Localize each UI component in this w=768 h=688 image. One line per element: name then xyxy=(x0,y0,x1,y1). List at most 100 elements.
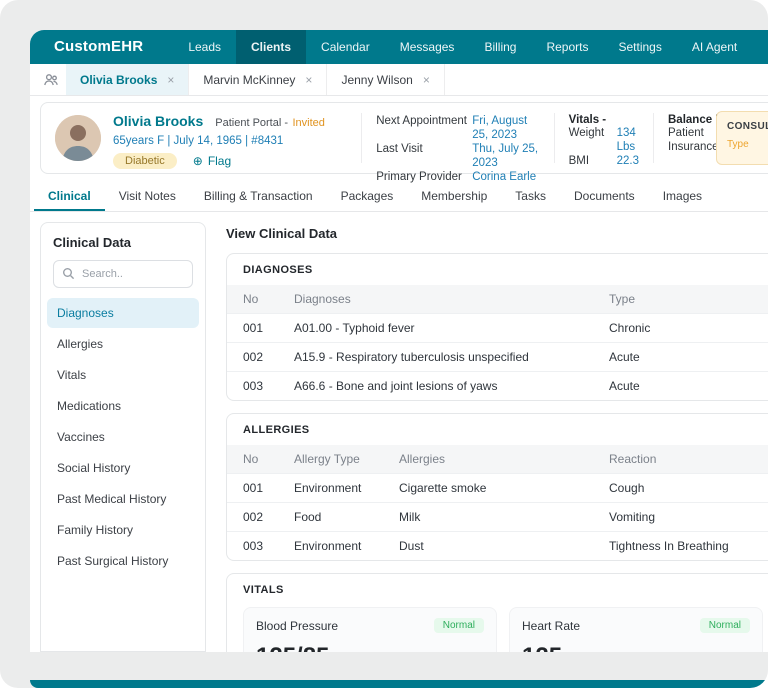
nav-item-messages[interactable]: Messages xyxy=(385,30,470,64)
column-header: Reaction xyxy=(609,452,657,466)
table-row[interactable]: 003 A66.6 - Bone and joint lesions of ya… xyxy=(227,371,768,400)
screen: CustomEHR Leads Clients Calendar Message… xyxy=(0,0,768,688)
diagnoses-table: No Diagnoses Type 001 A01.00 - Typhoid f… xyxy=(227,285,768,400)
nav-item-leads[interactable]: Leads xyxy=(173,30,236,64)
sidebar-item-past-surgical-history[interactable]: Past Surgical History xyxy=(47,546,199,576)
vitals-section-title: VITALS xyxy=(243,584,284,596)
cell-type: Acute xyxy=(601,342,768,372)
primary-provider-value: Corina Earle xyxy=(472,171,537,183)
patient-tab-label: Marvin McKinney xyxy=(203,72,296,87)
status-badge: Normal xyxy=(699,618,750,633)
cell-diagnosis: A15.9 - Respiratory tuberculosis unspeci… xyxy=(286,342,601,372)
patient-tab-marvin-mckinney[interactable]: Marvin McKinney × xyxy=(189,64,328,95)
allergies-section: ALLERGIES No Allergy Type Allergies Reac… xyxy=(226,413,768,561)
allergies-table: No Allergy Type Allergies Reaction 001 E… xyxy=(227,445,768,560)
table-row[interactable]: 002 A15.9 - Respiratory tuberculosis uns… xyxy=(227,342,768,372)
patient-identity: Olivia Brooks Patient Portal - Invited 6… xyxy=(55,113,361,169)
table-row[interactable]: 002 Food Milk Vomiting xyxy=(227,502,768,532)
last-visit-label: Last Visit xyxy=(376,143,423,155)
column-header: Type xyxy=(609,292,636,306)
patient-tab-jenny-wilson[interactable]: Jenny Wilson × xyxy=(327,64,445,95)
table-row[interactable]: 003 Environment Dust Tightness In Breath… xyxy=(227,531,768,560)
top-navbar: CustomEHR Leads Clients Calendar Message… xyxy=(30,30,768,64)
patient-tab-label: Jenny Wilson xyxy=(341,72,413,87)
consultation-appointment-card[interactable]: CONSULTATION Type xyxy=(716,111,768,165)
vitals-section: VITALS Blood Pressure Normal 125/85 Hear… xyxy=(226,573,768,652)
clinical-data-main: View Clinical Data DIAGNOSES No Diagnose… xyxy=(226,222,768,652)
tab-clinical[interactable]: Clinical xyxy=(34,182,105,211)
weight-value: 134 Lbs xyxy=(616,127,636,153)
nav-item-clients[interactable]: Clients xyxy=(236,30,307,64)
patient-tab-olivia-brooks[interactable]: Olivia Brooks × xyxy=(66,64,190,95)
cell-diagnosis: A66.6 - Bone and joint lesions of yaws xyxy=(286,371,601,400)
nav-item-ai-agent[interactable]: AI Agent xyxy=(677,30,752,64)
bottom-window-edge xyxy=(30,680,768,688)
bmi-label: BMI xyxy=(568,155,590,167)
weight-label: Weight xyxy=(568,127,605,139)
appointments-summary: Next Appointment Fri, August 25, 2023 La… xyxy=(361,113,553,183)
table-row[interactable]: 001 A01.00 - Typhoid fever Chronic xyxy=(227,313,768,343)
tab-tasks[interactable]: Tasks xyxy=(501,182,560,211)
status-badge: Normal xyxy=(433,618,484,633)
tab-membership[interactable]: Membership xyxy=(407,182,501,211)
cell-no: 003 xyxy=(227,371,286,400)
tab-documents[interactable]: Documents xyxy=(560,182,649,211)
cell-no: 001 xyxy=(227,313,286,343)
app-window: CustomEHR Leads Clients Calendar Message… xyxy=(30,30,768,652)
table-row[interactable]: 001 Environment Cigarette smoke Cough xyxy=(227,473,768,503)
cell-no: 001 xyxy=(227,473,286,503)
cell-no: 002 xyxy=(227,342,286,372)
patient-search-icon[interactable] xyxy=(36,64,66,95)
cell-allergy-type: Environment xyxy=(286,473,391,503)
tab-packages[interactable]: Packages xyxy=(327,182,408,211)
tab-billing-transaction[interactable]: Billing & Transaction xyxy=(190,182,327,211)
sidebar-item-medications[interactable]: Medications xyxy=(47,391,199,421)
cell-allergen: Cigarette smoke xyxy=(391,473,601,503)
close-icon[interactable]: × xyxy=(167,73,174,87)
circle-plus-icon: ⊕ xyxy=(192,154,203,168)
sidebar-item-social-history[interactable]: Social History xyxy=(47,453,199,483)
primary-provider-label: Primary Provider xyxy=(376,171,462,183)
cell-no: 003 xyxy=(227,531,286,560)
column-header: No xyxy=(243,452,259,466)
nav-item-reports[interactable]: Reports xyxy=(531,30,603,64)
column-header: Allergy Type xyxy=(294,452,360,466)
app-logo: CustomEHR xyxy=(54,38,144,55)
sidebar-item-diagnoses[interactable]: Diagnoses xyxy=(47,298,199,328)
tab-images[interactable]: Images xyxy=(649,182,716,211)
vital-card-heart-rate: Heart Rate Normal 125 xyxy=(509,607,763,652)
vital-value: 125/85 xyxy=(256,643,484,652)
sidebar-item-vitals[interactable]: Vitals xyxy=(47,360,199,390)
nav-item-settings[interactable]: Settings xyxy=(603,30,676,64)
patient-tab-label: Olivia Brooks xyxy=(80,72,158,87)
sidebar-item-allergies[interactable]: Allergies xyxy=(47,329,199,359)
content-area: Clinical Data Diagnoses Allergies Vitals… xyxy=(30,212,768,652)
sidebar-title: Clinical Data xyxy=(53,235,132,250)
sidebar-item-family-history[interactable]: Family History xyxy=(47,515,199,545)
next-appointment-label: Next Appointment xyxy=(376,115,467,127)
vitals-title: Vitals - xyxy=(568,114,607,126)
cell-reaction: Cough xyxy=(601,473,768,503)
condition-badge: Diabetic xyxy=(113,153,177,169)
bmi-value: 22.3 xyxy=(616,155,639,167)
cell-diagnosis: A01.00 - Typhoid fever xyxy=(286,313,601,343)
portal-status: Invited xyxy=(292,117,325,129)
next-appointment-value: Fri, August 25, 2023 xyxy=(472,115,528,141)
clinical-data-sidebar: Clinical Data Diagnoses Allergies Vitals… xyxy=(40,222,206,652)
tab-visit-notes[interactable]: Visit Notes xyxy=(105,182,190,211)
nav-item-billing[interactable]: Billing xyxy=(469,30,531,64)
portal-label: Patient Portal - xyxy=(215,117,289,129)
cell-no: 002 xyxy=(227,502,286,532)
close-icon[interactable]: × xyxy=(305,73,312,87)
nav-item-calendar[interactable]: Calendar xyxy=(306,30,385,64)
patient-summary-card: Olivia Brooks Patient Portal - Invited 6… xyxy=(40,102,768,183)
page-title: View Clinical Data xyxy=(226,226,338,241)
sidebar-item-past-medical-history[interactable]: Past Medical History xyxy=(47,484,199,514)
column-header: Allergies xyxy=(399,452,446,466)
column-header: No xyxy=(243,292,259,306)
flag-button[interactable]: ⊕ Flag xyxy=(193,154,231,168)
table-header-row: No Diagnoses Type xyxy=(227,285,768,314)
close-icon[interactable]: × xyxy=(423,73,430,87)
vital-value: 125 xyxy=(522,643,750,652)
sidebar-item-vaccines[interactable]: Vaccines xyxy=(47,422,199,452)
